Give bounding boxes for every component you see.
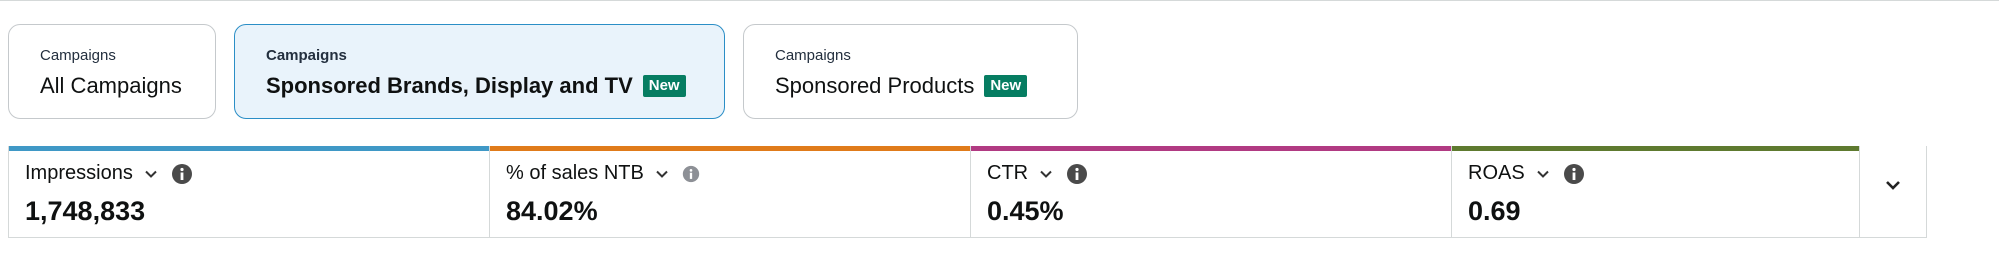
metric-value: 84.02%	[506, 196, 598, 226]
metric-label-row[interactable]: CTR	[987, 162, 1088, 185]
top-divider	[0, 0, 1999, 1]
metric-sales-ntb: % of sales NTB 84.02%	[490, 146, 971, 238]
metric-label: % of sales NTB	[506, 162, 644, 184]
metric-roas: ROAS 0.69	[1452, 146, 1860, 238]
metric-color-bar	[971, 146, 1451, 151]
metric-impressions: Impressions 1,748,833	[9, 146, 490, 238]
metric-ctr: CTR 0.45%	[971, 146, 1452, 238]
tab-title-text: All Campaigns	[40, 73, 182, 98]
tab-title-text: Sponsored Products	[775, 73, 975, 98]
tab-title: Sponsored Products New	[775, 73, 1028, 99]
tab-all-campaigns[interactable]: Campaigns All Campaigns	[8, 24, 216, 119]
tab-sponsored-brands-display-tv[interactable]: Campaigns Sponsored Brands, Display and …	[234, 24, 725, 119]
metric-label-row[interactable]: ROAS	[1468, 162, 1585, 185]
new-badge: New	[642, 75, 686, 97]
metric-label: ROAS	[1468, 162, 1525, 184]
chevron-down-icon[interactable]	[1038, 166, 1054, 182]
tab-title: Sponsored Brands, Display and TV New	[266, 73, 686, 99]
metric-label: Impressions	[25, 162, 133, 184]
metric-color-bar	[9, 146, 489, 151]
info-icon[interactable]	[1066, 163, 1088, 185]
new-badge: New	[984, 75, 1028, 97]
chevron-down-icon[interactable]	[654, 166, 670, 182]
metric-color-bar	[1452, 146, 1859, 151]
tab-kicker: Campaigns	[40, 47, 116, 64]
metric-value: 1,748,833	[25, 196, 146, 226]
tab-sponsored-products[interactable]: Campaigns Sponsored Products New	[743, 24, 1078, 119]
info-icon[interactable]	[1563, 163, 1585, 185]
metrics-strip: Impressions 1,748,833 % of sales NTB 84.…	[8, 146, 1927, 238]
chevron-down-icon[interactable]	[143, 166, 159, 182]
metric-color-bar	[490, 146, 970, 151]
metric-label-row[interactable]: % of sales NTB	[506, 162, 700, 185]
metric-value: 0.45%	[987, 196, 1064, 226]
chevron-down-icon[interactable]	[1535, 166, 1551, 182]
metric-label-row[interactable]: Impressions	[25, 162, 193, 185]
info-icon[interactable]	[171, 163, 193, 185]
info-icon[interactable]	[682, 165, 700, 183]
content-area	[0, 238, 1999, 269]
chevron-down-icon	[1886, 181, 1900, 190]
metric-value: 0.69	[1468, 196, 1521, 226]
expand-metrics-button[interactable]	[1860, 146, 1928, 238]
tab-title: All Campaigns	[40, 73, 182, 99]
tab-title-text: Sponsored Brands, Display and TV	[266, 73, 633, 98]
tab-kicker: Campaigns	[266, 47, 347, 64]
tab-kicker: Campaigns	[775, 47, 851, 64]
metric-label: CTR	[987, 162, 1029, 184]
